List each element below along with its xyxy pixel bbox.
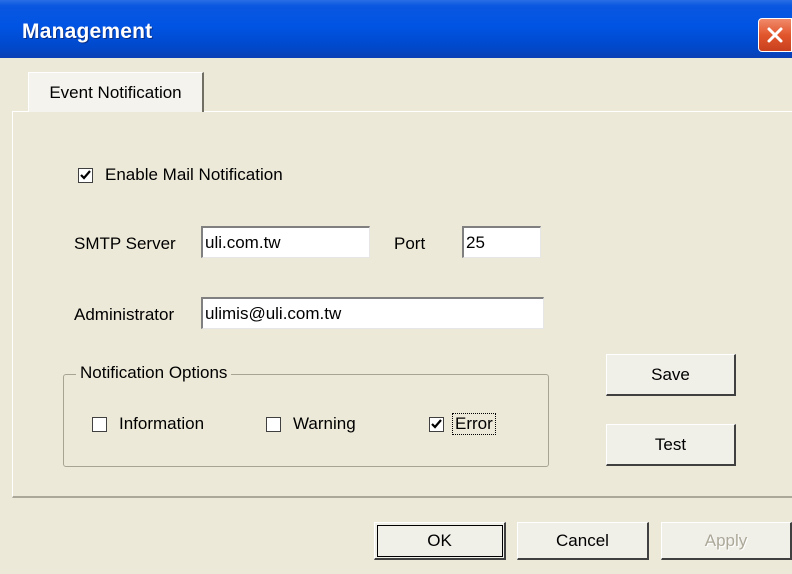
notification-options-legend: Notification Options bbox=[76, 363, 232, 383]
apply-button[interactable]: Apply bbox=[661, 522, 792, 560]
close-icon bbox=[767, 27, 783, 43]
port-label: Port bbox=[394, 234, 426, 253]
test-button[interactable]: Test bbox=[606, 424, 736, 466]
notification-options-group: Notification Options Information Warning… bbox=[63, 363, 549, 467]
checkbox-box bbox=[266, 416, 281, 432]
close-button[interactable] bbox=[758, 18, 792, 52]
checkbox-box bbox=[78, 167, 93, 183]
cancel-button-label: Cancel bbox=[556, 530, 609, 550]
test-button-label: Test bbox=[654, 434, 687, 454]
save-button-label: Save bbox=[651, 364, 690, 384]
apply-button-label: Apply bbox=[704, 530, 748, 550]
checkmark-icon bbox=[80, 169, 91, 180]
port-input[interactable]: 25 bbox=[462, 226, 541, 258]
tab-event-notification[interactable]: Event Notification bbox=[28, 72, 204, 112]
checkbox-box bbox=[92, 416, 107, 432]
warning-label: Warning bbox=[293, 414, 356, 433]
information-checkbox[interactable]: Information bbox=[92, 414, 204, 434]
warning-checkbox[interactable]: Warning bbox=[266, 414, 356, 434]
administrator-label: Administrator bbox=[74, 305, 175, 324]
administrator-input[interactable]: ulimis@uli.com.tw bbox=[201, 297, 544, 329]
ok-button[interactable]: OK bbox=[374, 522, 506, 560]
smtp-server-label: SMTP Server bbox=[74, 234, 176, 253]
title-bar: Management bbox=[0, 0, 792, 58]
checkbox-box bbox=[429, 416, 444, 432]
smtp-server-input[interactable]: uli.com.tw bbox=[201, 226, 370, 258]
enable-mail-label: Enable Mail Notification bbox=[105, 165, 283, 184]
tab-label: Event Notification bbox=[49, 82, 182, 102]
information-label: Information bbox=[119, 414, 205, 433]
checkmark-icon bbox=[431, 418, 442, 429]
window-title: Management bbox=[22, 20, 153, 43]
enable-mail-checkbox[interactable]: Enable Mail Notification bbox=[78, 165, 283, 185]
error-checkbox[interactable]: Error bbox=[429, 413, 496, 435]
dialog-body: Event Notification Enable Mail Notificat… bbox=[0, 58, 792, 574]
save-button[interactable]: Save bbox=[606, 354, 736, 396]
ok-button-label: OK bbox=[427, 530, 452, 550]
cancel-button[interactable]: Cancel bbox=[517, 522, 649, 560]
error-label: Error bbox=[452, 413, 496, 435]
